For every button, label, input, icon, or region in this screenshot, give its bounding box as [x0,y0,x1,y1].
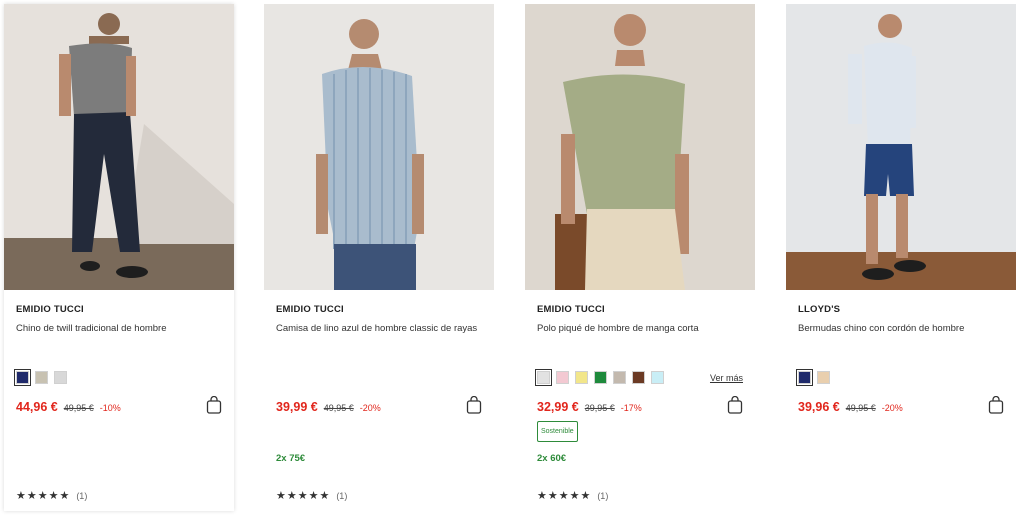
color-swatch[interactable] [14,369,31,386]
shopping-bag-icon[interactable] [206,395,222,414]
color-swatch[interactable] [632,371,645,384]
color-swatch[interactable] [556,371,569,384]
shopping-bag-icon[interactable] [466,395,482,414]
price-row: 39,99 € 49,95 € -20% [276,400,381,414]
price-row: 32,99 € 39,95 € -17% [537,400,642,414]
rating-stars: ★★★★★ [537,489,592,502]
product-brand: EMIDIO TUCCI [537,304,605,315]
current-price: 39,96 € [798,400,840,414]
color-swatch[interactable] [575,371,588,384]
product-name[interactable]: Bermudas chino con cordón de hombre [798,322,1008,335]
product-image[interactable] [4,4,234,290]
color-swatch[interactable] [535,369,552,386]
product-card-4[interactable]: LLOYD'S Bermudas chino con cordón de hom… [786,4,1016,511]
rating-count: (1) [597,490,609,501]
product-image[interactable] [786,4,1016,290]
color-swatch[interactable] [817,371,830,384]
product-name[interactable]: Camisa de lino azul de hombre classic de… [276,322,486,335]
product-card-2[interactable]: EMIDIO TUCCI Camisa de lino azul de homb… [264,4,494,511]
color-swatches [14,369,67,386]
shopping-bag-icon[interactable] [988,395,1004,414]
rating-stars: ★★★★★ [276,489,331,502]
price-row: 39,96 € 49,95 € -20% [798,400,903,414]
color-swatches [535,369,664,386]
old-price: 49,95 € [63,403,94,413]
color-swatch[interactable] [594,371,607,384]
product-brand: EMIDIO TUCCI [16,304,84,315]
color-swatch[interactable] [796,369,813,386]
rating-stars: ★★★★★ [16,489,71,502]
product-name[interactable]: Chino de twill tradicional de hombre [16,322,226,335]
rating[interactable]: ★★★★★ (1) [276,489,347,502]
color-swatch[interactable] [613,371,626,384]
discount-label: -17% [620,403,642,413]
price-row: 44,96 € 49,95 € -10% [16,400,121,414]
rating-count: (1) [336,490,348,501]
current-price: 44,96 € [16,400,58,414]
old-price: 49,95 € [845,403,876,413]
current-price: 32,99 € [537,400,579,414]
promo-label: 2x 75€ [276,453,306,464]
color-swatch[interactable] [54,371,67,384]
rating[interactable]: ★★★★★ (1) [537,489,608,502]
product-card-1[interactable]: EMIDIO TUCCI Chino de twill tradicional … [4,4,234,511]
product-name[interactable]: Polo piqué de hombre de manga corta [537,322,747,335]
product-card-3[interactable]: EMIDIO TUCCI Polo piqué de hombre de man… [525,4,755,511]
old-price: 49,95 € [323,403,354,413]
shopping-bag-icon[interactable] [727,395,743,414]
promo-label: 2x 60€ [537,453,567,464]
discount-label: -20% [881,403,903,413]
rating[interactable]: ★★★★★ (1) [16,489,87,502]
color-swatch[interactable] [35,371,48,384]
sustainable-badge: Sostenible [537,421,578,442]
color-swatches [796,369,830,386]
current-price: 39,99 € [276,400,318,414]
product-brand: EMIDIO TUCCI [276,304,344,315]
product-brand: LLOYD'S [798,304,841,315]
see-more-colors-link[interactable]: Ver más [710,373,743,383]
color-swatch[interactable] [651,371,664,384]
discount-label: -10% [99,403,121,413]
old-price: 39,95 € [584,403,615,413]
product-image[interactable] [264,4,494,290]
rating-count: (1) [76,490,88,501]
product-image[interactable] [525,4,755,290]
discount-label: -20% [359,403,381,413]
